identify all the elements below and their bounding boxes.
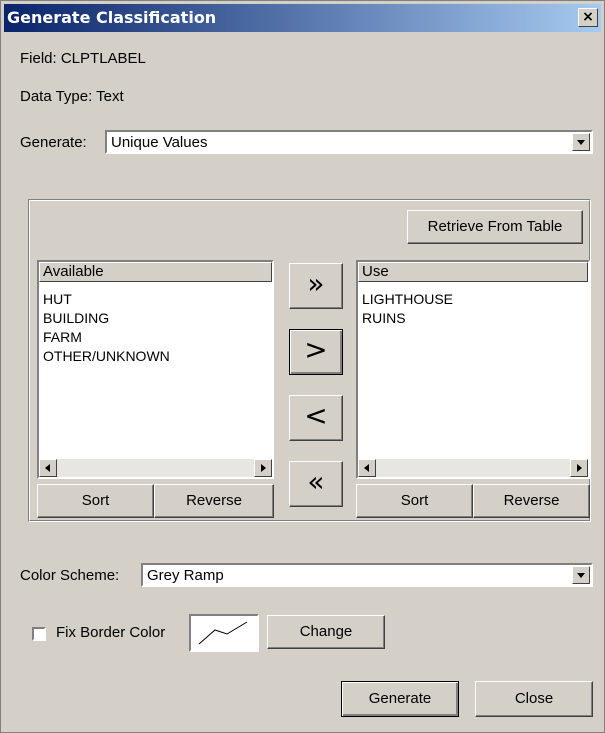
dialog-window: Generate Classification × Field: CLPTLAB… (0, 0, 605, 733)
close-window-button[interactable]: × (578, 8, 598, 27)
data-type-label: Data Type: Text (20, 88, 124, 105)
generate-button[interactable]: Generate (341, 681, 459, 717)
change-button[interactable]: Change (267, 615, 385, 649)
border-color-swatch (189, 614, 259, 652)
close-icon: × (582, 9, 594, 25)
retrieve-from-table-button[interactable]: Retrieve From Table (407, 210, 583, 244)
arrow-right-icon (577, 464, 582, 472)
use-reverse-button[interactable]: Reverse (473, 484, 590, 518)
scroll-left-button[interactable] (358, 459, 376, 477)
available-hscrollbar[interactable] (39, 459, 272, 477)
list-item[interactable]: BUILDING (43, 310, 109, 326)
available-sort-button[interactable]: Sort (37, 484, 154, 518)
list-item[interactable]: OTHER/UNKNOWN (43, 348, 170, 364)
close-button[interactable]: Close (475, 681, 593, 717)
chevron-right-icon: > (304, 333, 328, 366)
arrow-right-icon (261, 464, 266, 472)
fix-border-color-checkbox[interactable] (32, 627, 46, 641)
remove-one-button[interactable]: < (289, 395, 343, 441)
window-title: Generate Classification (7, 8, 217, 27)
available-list[interactable]: Available HUT BUILDING FARM OTHER/UNKNOW… (37, 260, 274, 479)
use-list[interactable]: Use LIGHTHOUSE RUINS (356, 260, 590, 479)
chevron-down-icon (577, 140, 585, 145)
remove-all-button[interactable]: « (289, 461, 343, 507)
scroll-right-button[interactable] (254, 459, 272, 477)
color-scheme-dropdown-button[interactable] (572, 566, 590, 584)
available-header[interactable]: Available (39, 262, 272, 282)
scroll-right-button[interactable] (570, 459, 588, 477)
color-scheme-select-value: Grey Ramp (147, 567, 224, 584)
line-sample-icon (198, 621, 248, 645)
use-hscrollbar[interactable] (358, 459, 588, 477)
scroll-left-button[interactable] (39, 459, 57, 477)
use-header[interactable]: Use (358, 262, 588, 282)
double-chevron-right-icon: » (307, 267, 325, 300)
double-chevron-left-icon: « (307, 465, 325, 498)
generate-dropdown-button[interactable] (572, 133, 590, 151)
list-item[interactable]: HUT (43, 291, 72, 307)
generate-label: Generate: (20, 134, 87, 151)
fix-border-color-label[interactable]: Fix Border Color (56, 624, 165, 641)
list-item[interactable]: LIGHTHOUSE (362, 291, 453, 307)
arrow-left-icon (364, 464, 369, 472)
add-one-button[interactable]: > (289, 329, 343, 375)
field-label: Field: CLPTLABEL (20, 50, 146, 67)
generate-select-value: Unique Values (111, 134, 208, 151)
add-all-button[interactable]: » (289, 263, 343, 309)
list-item[interactable]: RUINS (362, 310, 406, 326)
chevron-left-icon: < (304, 399, 328, 432)
color-scheme-select[interactable]: Grey Ramp (141, 563, 593, 587)
generate-select[interactable]: Unique Values (105, 130, 593, 154)
list-item[interactable]: FARM (43, 329, 82, 345)
use-sort-button[interactable]: Sort (356, 484, 473, 518)
available-reverse-button[interactable]: Reverse (154, 484, 274, 518)
color-scheme-label: Color Scheme: (20, 567, 120, 584)
arrow-left-icon (45, 464, 50, 472)
title-bar[interactable]: Generate Classification × (4, 4, 601, 32)
chevron-down-icon (577, 573, 585, 578)
